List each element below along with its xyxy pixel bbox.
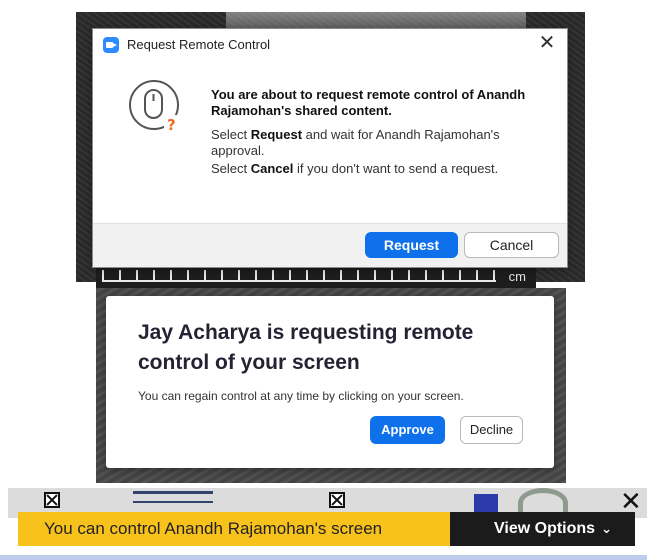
bottom-edge	[0, 555, 647, 560]
ruler: cm	[96, 266, 536, 288]
close-box-icon	[44, 492, 60, 508]
incoming-control-request-dialog: Jay Acharya is requesting remote control…	[106, 296, 554, 468]
request-instruction: Select Request and wait for Anandh Rajam…	[211, 127, 551, 159]
instruction-cancel-word: Cancel	[250, 161, 294, 176]
request-button[interactable]: Request	[365, 232, 458, 258]
cancel-suffix: if you don't want to send a request.	[293, 161, 499, 176]
svg-text:?: ?	[167, 116, 176, 134]
decline-button[interactable]: Decline	[460, 416, 523, 444]
cancel-button[interactable]: Cancel	[464, 232, 559, 258]
view-options-button[interactable]: View Options ⌄	[450, 512, 635, 546]
instruction-request-word: Request	[250, 127, 303, 142]
incoming-request-heading: Jay Acharya is requesting remote control…	[138, 321, 474, 374]
close-box-icon	[329, 492, 345, 508]
cancel-prefix: Select	[211, 161, 251, 176]
view-options-label: View Options	[494, 520, 596, 537]
request-message: You are about to request remote control …	[211, 87, 526, 118]
mouse-question-icon: ?	[129, 80, 180, 134]
chevron-down-icon: ⌄	[601, 521, 612, 536]
ruler-ticks	[102, 270, 496, 282]
screen: cm Request Remote Control ✕ ? You are ab…	[0, 0, 647, 560]
document-thumbnail	[133, 491, 213, 503]
request-remote-control-dialog: Request Remote Control ✕ ? You are about…	[92, 28, 568, 268]
dialog-titlebar: Request Remote Control ✕	[93, 29, 567, 59]
instruction-prefix: Select	[211, 127, 251, 142]
remote-control-banner: You can control Anandh Rajamohan's scree…	[18, 512, 450, 546]
dialog-title: Request Remote Control	[127, 37, 271, 52]
close-icon[interactable]: ✕	[537, 33, 557, 53]
x-icon: ✕	[620, 486, 642, 516]
zoom-app-icon	[103, 37, 119, 53]
approve-button[interactable]: Approve	[370, 416, 445, 444]
cancel-instruction: Select Cancel if you don't want to send …	[211, 161, 551, 177]
dialog-footer: Request Cancel	[93, 223, 567, 267]
ruler-unit: cm	[508, 269, 526, 284]
incoming-request-subtext: You can regain control at any time by cl…	[138, 389, 464, 403]
